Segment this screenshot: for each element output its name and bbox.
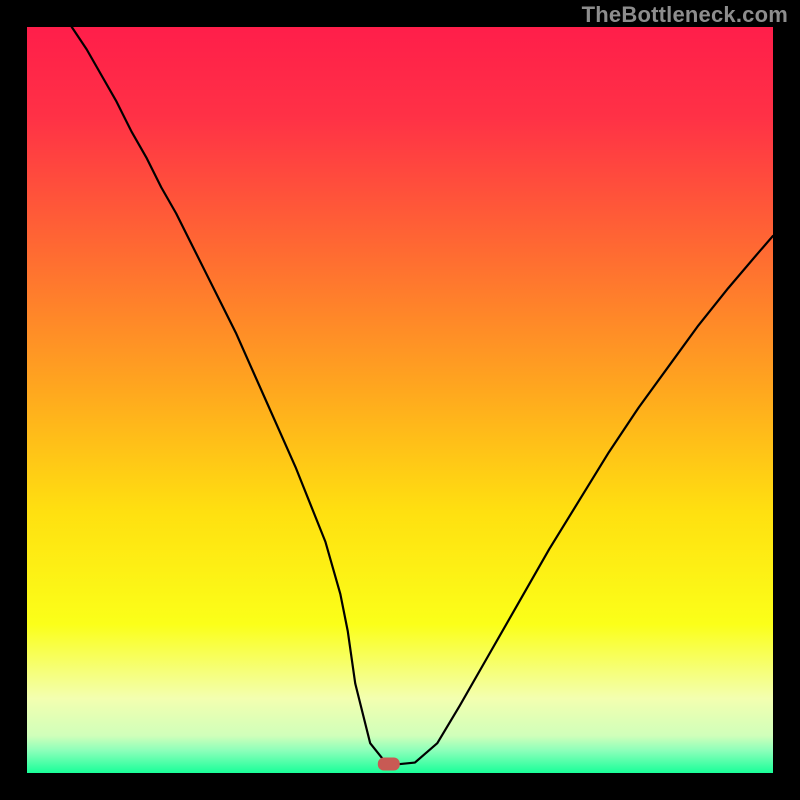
operating-point-marker bbox=[378, 758, 400, 771]
chart-frame: TheBottleneck.com bbox=[0, 0, 800, 800]
bottleneck-curve-chart bbox=[27, 27, 773, 773]
plot-area bbox=[27, 27, 773, 773]
gradient-background bbox=[27, 27, 773, 773]
watermark-text: TheBottleneck.com bbox=[582, 2, 788, 28]
